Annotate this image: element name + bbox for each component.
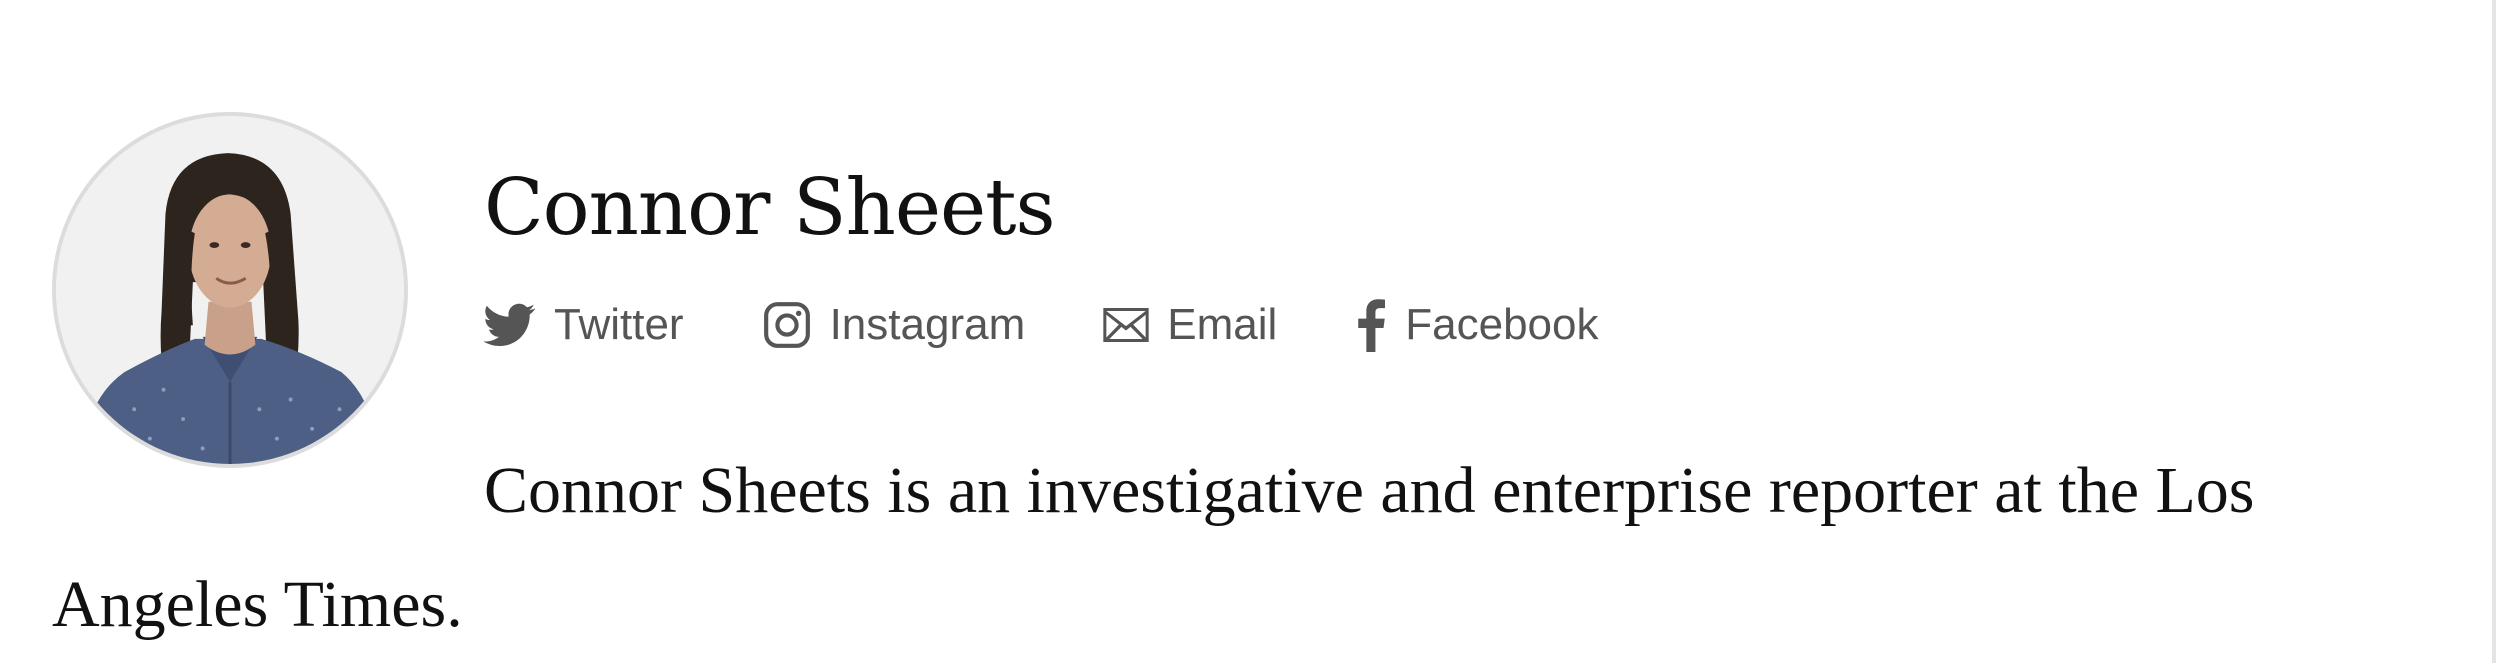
author-name: Connor Sheets xyxy=(484,163,1056,253)
facebook-label: Facebook xyxy=(1405,300,1599,349)
instagram-icon xyxy=(763,302,810,348)
twitter-icon xyxy=(484,303,536,347)
email-label: Email xyxy=(1167,300,1278,349)
email-icon xyxy=(1103,308,1149,342)
social-links: Twitter Instagram Email Facebook xyxy=(484,290,1598,360)
author-bio-text: Connor Sheets is an investigative and en… xyxy=(52,454,2255,641)
facebook-link[interactable]: Facebook xyxy=(1355,298,1598,352)
page-edge-divider xyxy=(2492,0,2496,663)
instagram-link[interactable]: Instagram xyxy=(762,300,1026,350)
facebook-icon xyxy=(1358,299,1386,352)
author-bio-card: Connor Sheets Twitter Instagram Email Fa… xyxy=(0,0,2500,663)
twitter-label: Twitter xyxy=(554,300,684,349)
instagram-label: Instagram xyxy=(829,300,1026,349)
author-avatar xyxy=(52,112,408,468)
twitter-link[interactable]: Twitter xyxy=(484,300,684,350)
email-link[interactable]: Email xyxy=(1103,300,1277,350)
author-portrait-image xyxy=(56,116,404,464)
